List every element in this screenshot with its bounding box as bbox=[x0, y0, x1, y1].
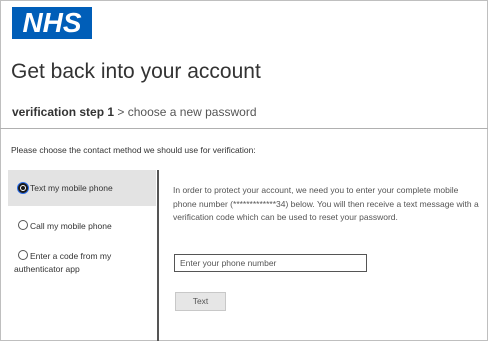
option-label-line2: authenticator app bbox=[14, 264, 80, 274]
step-verification: verification step 1 bbox=[12, 105, 115, 119]
text-button[interactable]: Text bbox=[175, 292, 226, 311]
option-label: Text my mobile phone bbox=[30, 183, 113, 193]
contact-method-list: Text my mobile phone Call my mobile phon… bbox=[8, 170, 158, 341]
radio-selected-icon[interactable] bbox=[18, 183, 28, 193]
verification-info: In order to protect your account, we nee… bbox=[173, 185, 479, 222]
option-call-mobile[interactable]: Call my mobile phone bbox=[8, 218, 156, 238]
radio-unselected-icon[interactable] bbox=[18, 220, 28, 230]
step-new-password: choose a new password bbox=[127, 105, 257, 119]
option-label-line1: Enter a code from my bbox=[30, 251, 112, 261]
breadcrumb: verification step 1 > choose a new passw… bbox=[12, 105, 257, 119]
page-title: Get back into your account bbox=[11, 60, 261, 83]
phone-number-input[interactable] bbox=[174, 254, 367, 272]
header-divider bbox=[0, 128, 488, 129]
radio-unselected-icon[interactable] bbox=[18, 250, 28, 260]
option-text-mobile[interactable]: Text my mobile phone bbox=[8, 170, 156, 206]
nhs-logo: NHS bbox=[12, 7, 92, 39]
breadcrumb-separator: > bbox=[117, 105, 125, 119]
option-authenticator-app[interactable]: Enter a code from my authenticator app bbox=[8, 248, 156, 278]
contact-method-prompt: Please choose the contact method we shou… bbox=[11, 145, 256, 155]
option-label: Call my mobile phone bbox=[30, 221, 112, 231]
column-divider bbox=[157, 170, 159, 341]
